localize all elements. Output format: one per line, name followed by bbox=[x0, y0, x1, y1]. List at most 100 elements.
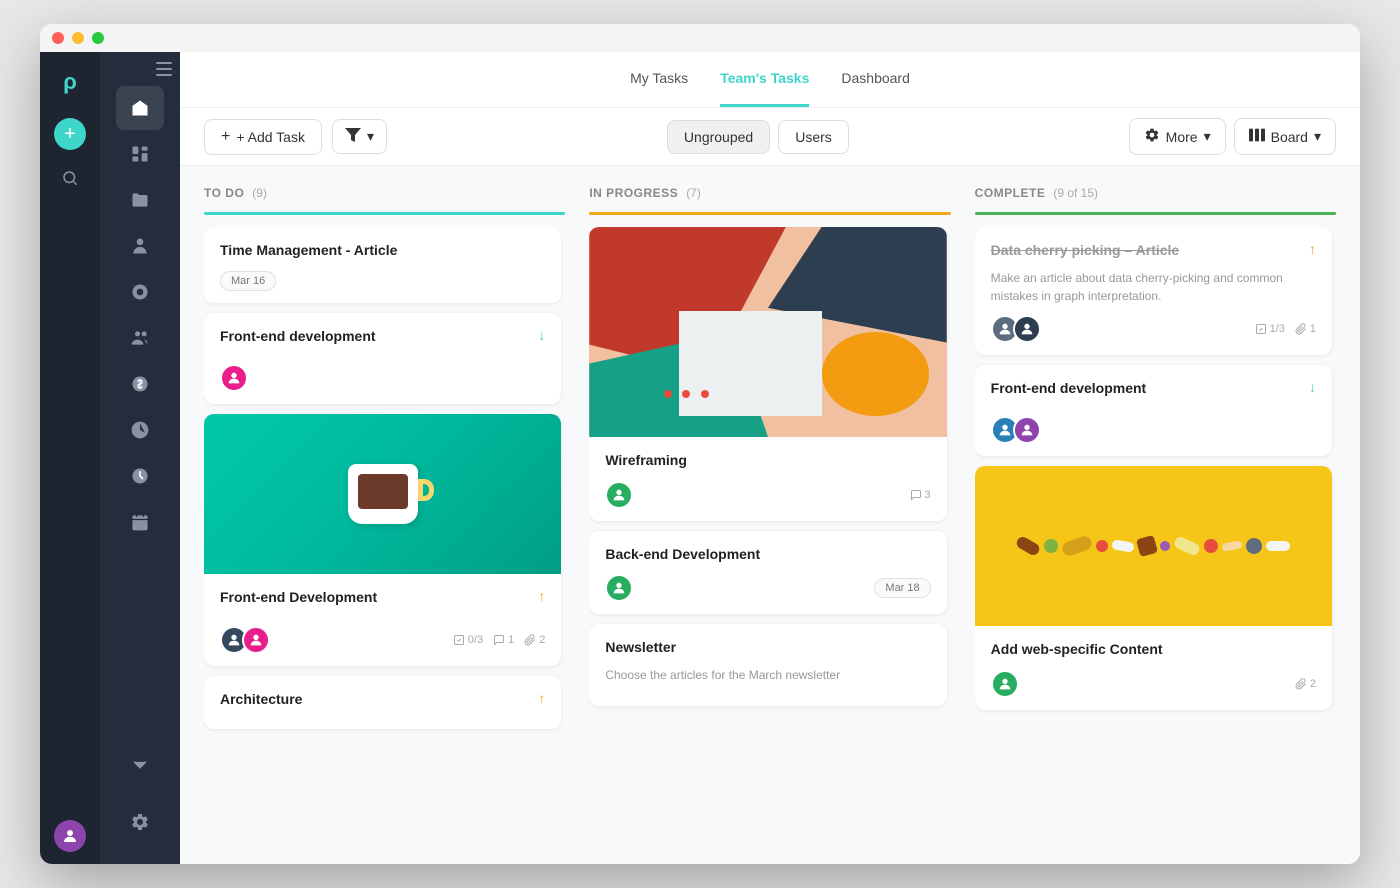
card-time-management[interactable]: Time Management - Article Mar 16 bbox=[204, 227, 561, 303]
card-newsletter[interactable]: Newsletter Choose the articles for the M… bbox=[589, 624, 946, 706]
tab-teams-tasks[interactable]: Team's Tasks bbox=[720, 52, 809, 107]
card-frontend-complete-avatars bbox=[991, 416, 1035, 444]
column-complete-line bbox=[975, 212, 1336, 215]
column-complete: COMPLETE (9 of 15) Data cherry picking –… bbox=[975, 186, 1336, 844]
add-task-button[interactable]: + + Add Task bbox=[204, 119, 322, 155]
more-button[interactable]: More ▾ bbox=[1129, 118, 1226, 155]
coffee-liquid bbox=[358, 474, 408, 509]
sidebar-item-folders[interactable] bbox=[116, 178, 164, 222]
column-complete-header: COMPLETE (9 of 15) bbox=[975, 186, 1336, 200]
snack-10 bbox=[1222, 541, 1243, 552]
card-wireframing-content: Wireframing bbox=[589, 437, 946, 521]
sidebar-item-time[interactable] bbox=[116, 454, 164, 498]
card-data-cherry[interactable]: Data cherry picking – Article ↑ Make an … bbox=[975, 227, 1332, 355]
logo-area: ρ bbox=[52, 64, 88, 100]
snack-9 bbox=[1204, 539, 1218, 553]
card-web-content[interactable]: Add web-specific Content bbox=[975, 466, 1332, 710]
priority-up-icon-cherry: ↑ bbox=[1309, 241, 1316, 257]
plus-icon: + bbox=[221, 128, 230, 146]
card-backend-dev[interactable]: Back-end Development Mar 18 bbox=[589, 531, 946, 615]
avatar-green-back bbox=[605, 574, 633, 602]
card-wireframing[interactable]: Wireframing bbox=[589, 227, 946, 521]
card-frontend-dev-footer bbox=[220, 364, 545, 392]
card-data-cherry-header: Data cherry picking – Article ↑ bbox=[991, 241, 1316, 269]
tab-my-tasks[interactable]: My Tasks bbox=[630, 52, 688, 107]
card-frontend-dev-2-content: Front-end Development ↑ bbox=[204, 574, 561, 666]
card-data-cherry-footer: 1/3 1 bbox=[991, 315, 1316, 343]
card-architecture[interactable]: Architecture ↑ bbox=[204, 676, 561, 730]
ungrouped-button[interactable]: Ungrouped bbox=[667, 120, 770, 154]
sidebar-item-board[interactable] bbox=[116, 132, 164, 176]
sidebar-item-team[interactable] bbox=[116, 316, 164, 360]
sidebar-wide-bottom bbox=[116, 744, 164, 854]
column-todo-line bbox=[204, 212, 565, 215]
minimize-button[interactable] bbox=[72, 32, 84, 44]
sidebar-collapse[interactable] bbox=[100, 62, 180, 76]
maximize-button[interactable] bbox=[92, 32, 104, 44]
app-window: ρ + bbox=[40, 24, 1360, 864]
meta-attachment-cherry-value: 1 bbox=[1310, 323, 1316, 335]
column-complete-title: COMPLETE bbox=[975, 186, 1046, 200]
priority-down-icon: ↓ bbox=[538, 327, 545, 343]
card-frontend-dev-header: Front-end development ↓ bbox=[220, 327, 545, 355]
card-frontend-complete-footer bbox=[991, 416, 1316, 444]
sidebar-item-watch[interactable] bbox=[116, 270, 164, 314]
card-frontend-dev-2-avatars bbox=[220, 626, 264, 654]
board-label: Board bbox=[1271, 129, 1308, 145]
card-frontend-dev-2-title: Front-end Development bbox=[220, 588, 377, 608]
close-button[interactable] bbox=[52, 32, 64, 44]
card-web-content-footer: 2 bbox=[991, 670, 1316, 698]
toolbar-center: Ungrouped Users bbox=[667, 120, 849, 154]
user-avatar[interactable] bbox=[54, 820, 86, 852]
toolbar-left: + + Add Task ▾ bbox=[204, 119, 387, 155]
column-todo-header: TO DO (9) bbox=[204, 186, 565, 200]
add-button[interactable]: + bbox=[54, 118, 86, 150]
board-view-button[interactable]: Board ▾ bbox=[1234, 118, 1336, 155]
card-architecture-header: Architecture ↑ bbox=[220, 690, 545, 718]
sidebar-item-home[interactable] bbox=[116, 86, 164, 130]
column-todo-title: TO DO bbox=[204, 186, 244, 200]
card-backend-dev-content: Back-end Development Mar 18 bbox=[589, 531, 946, 615]
column-todo-cards: Time Management - Article Mar 16 Front-e… bbox=[204, 227, 565, 844]
card-web-content-avatars bbox=[991, 670, 1013, 698]
priority-down-icon-fe: ↓ bbox=[1309, 379, 1316, 395]
card-data-cherry-meta: 1/3 1 bbox=[1255, 323, 1316, 335]
card-frontend-complete-content: Front-end development ↓ bbox=[975, 365, 1332, 457]
card-frontend-complete-header: Front-end development ↓ bbox=[991, 379, 1316, 407]
card-wireframing-title: Wireframing bbox=[605, 451, 930, 471]
snack-6 bbox=[1136, 535, 1158, 557]
column-inprogress-cards: Wireframing bbox=[589, 227, 950, 844]
column-inprogress-count: (7) bbox=[686, 186, 701, 200]
card-frontend-dev[interactable]: Front-end development ↓ bbox=[204, 313, 561, 405]
search-icon[interactable] bbox=[52, 160, 88, 196]
sidebar-item-calendar[interactable] bbox=[116, 500, 164, 544]
app-body: ρ + bbox=[40, 52, 1360, 864]
card-art-image bbox=[589, 227, 946, 437]
meta-attachment-web: 2 bbox=[1295, 678, 1316, 690]
top-nav: My Tasks Team's Tasks Dashboard bbox=[180, 52, 1360, 108]
card-frontend-complete[interactable]: Front-end development ↓ bbox=[975, 365, 1332, 457]
meta-comment-value: 1 bbox=[508, 634, 514, 646]
sidebar-item-expand[interactable] bbox=[116, 744, 164, 788]
card-backend-dev-footer: Mar 18 bbox=[605, 574, 930, 602]
sidebar-item-billing[interactable] bbox=[116, 362, 164, 406]
art-dots bbox=[661, 387, 712, 406]
snack-12 bbox=[1266, 541, 1290, 551]
card-architecture-title: Architecture bbox=[220, 690, 302, 710]
sidebar-item-analytics[interactable] bbox=[116, 408, 164, 452]
filter-button[interactable]: ▾ bbox=[332, 119, 387, 154]
meta-attachment-web-value: 2 bbox=[1310, 678, 1316, 690]
priority-up-icon-arch: ↑ bbox=[538, 690, 545, 706]
card-frontend-dev-2[interactable]: Front-end Development ↑ bbox=[204, 414, 561, 666]
sidebar-item-settings[interactable] bbox=[116, 800, 164, 844]
coffee-handle bbox=[418, 479, 434, 501]
nav-tabs: My Tasks Team's Tasks Dashboard bbox=[581, 52, 958, 107]
card-newsletter-desc: Choose the articles for the March newsle… bbox=[605, 666, 930, 684]
card-backend-dev-avatars bbox=[605, 574, 627, 602]
users-button[interactable]: Users bbox=[778, 120, 849, 154]
tab-dashboard[interactable]: Dashboard bbox=[841, 52, 910, 107]
card-data-cherry-avatars bbox=[991, 315, 1035, 343]
snack-2 bbox=[1044, 539, 1058, 553]
card-wireframing-footer: 3 bbox=[605, 481, 930, 509]
sidebar-item-users[interactable] bbox=[116, 224, 164, 268]
